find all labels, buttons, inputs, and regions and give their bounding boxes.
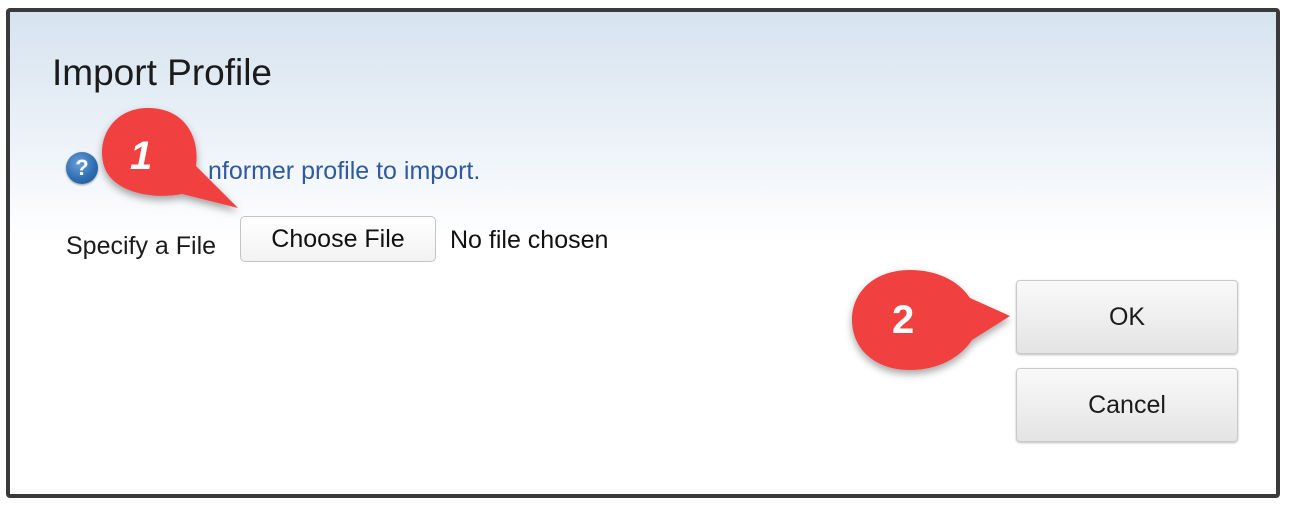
choose-file-button[interactable]: Choose File	[240, 216, 436, 262]
callout-2-label: 2	[892, 298, 915, 342]
callout-2-shape	[852, 270, 1010, 370]
ok-button[interactable]: OK	[1016, 280, 1238, 354]
specify-file-label: Specify a File	[66, 232, 217, 260]
dialog-title: Import Profile	[52, 52, 273, 93]
callout-1-label: 1	[130, 134, 153, 178]
import-profile-dialog: Import Profile ? nformer profile to impo…	[6, 8, 1280, 498]
file-status-text: No file chosen	[450, 226, 609, 254]
callout-1-shape	[101, 108, 238, 208]
callout-marker-2: 2	[844, 262, 1012, 378]
help-text: nformer profile to import.	[208, 157, 481, 185]
callout-marker-1: 1	[92, 100, 240, 210]
cancel-button[interactable]: Cancel	[1016, 368, 1238, 442]
